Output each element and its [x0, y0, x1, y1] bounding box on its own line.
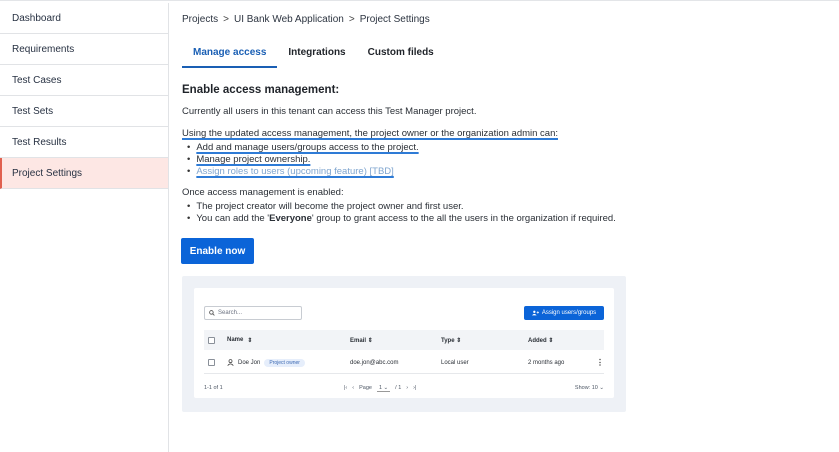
cell-name: Doe Jon Project owner [227, 358, 350, 367]
user-icon [227, 359, 234, 366]
column-header-email[interactable]: Email ⇕ [350, 337, 441, 344]
more-options-icon[interactable]: ⋮ [596, 358, 604, 367]
sidebar-item-label: Requirements [12, 43, 75, 55]
list-item: The project creator will become the proj… [187, 200, 616, 212]
cell-added: 2 months ago [528, 359, 565, 366]
updated-access-heading: Using the updated access management, the… [182, 128, 559, 139]
search-placeholder: Search... [218, 310, 243, 316]
page-total: / 1 [395, 385, 402, 391]
once-enabled-list: The project creator will become the proj… [187, 200, 616, 224]
tab-custom-fields[interactable]: Custom fileds [357, 47, 445, 68]
column-label: Type [441, 337, 455, 344]
sidebar-item-label: Dashboard [12, 12, 61, 24]
table-row: Doe Jon Project owner doe.jon@abc.com Lo… [204, 352, 604, 374]
first-page-icon[interactable]: |‹ [344, 385, 347, 391]
chevron-right-icon: > [223, 14, 229, 25]
tab-integrations[interactable]: Integrations [277, 47, 356, 68]
sidebar-item-test-sets[interactable]: Test Sets [0, 96, 168, 127]
page-select[interactable]: 1 ⌄ [376, 384, 391, 392]
pagination: |‹ ‹ Page 1 ⌄ / 1 › ›| [344, 385, 552, 392]
page-size-label: Show: 10 [574, 385, 598, 391]
search-icon [209, 310, 215, 316]
intro-text: Currently all users in this tenant can a… [182, 106, 477, 117]
sidebar: Dashboard Requirements Test Cases Test S… [0, 3, 169, 452]
once-item-text: The project creator will become the proj… [196, 200, 464, 212]
preview-panel: Search... Assign users/groups Name ⇕ Emai… [182, 276, 626, 412]
sidebar-item-requirements[interactable]: Requirements [0, 34, 168, 65]
sidebar-item-label: Test Results [12, 136, 67, 148]
column-header-added[interactable]: Added ⇕ [528, 337, 596, 344]
capability-text: Manage project ownership. [196, 153, 311, 165]
column-label: Email [350, 337, 367, 344]
settings-tabs: Manage access Integrations Custom fileds [182, 47, 445, 68]
next-page-icon[interactable]: › [406, 385, 408, 391]
page-value: 1 [378, 384, 383, 391]
main-content: Projects > UI Bank Web Application > Pro… [169, 3, 839, 452]
assign-users-button[interactable]: Assign users/groups [524, 306, 604, 320]
breadcrumb-project[interactable]: UI Bank Web Application [234, 14, 344, 25]
column-header-type[interactable]: Type ⇕ [441, 337, 528, 344]
breadcrumb-projects[interactable]: Projects [182, 14, 218, 25]
sidebar-item-dashboard[interactable]: Dashboard [0, 3, 168, 34]
search-input[interactable]: Search... [204, 306, 302, 320]
table-header: Name ⇕ Email ⇕ Type ⇕ Added ⇕ [204, 330, 604, 350]
user-name: Doe Jon [238, 359, 261, 366]
sort-icon: ⇕ [367, 337, 373, 344]
capability-text: Add and manage users/groups access to th… [196, 141, 419, 153]
sort-icon: ⇕ [247, 337, 253, 344]
sidebar-item-label: Test Sets [12, 105, 54, 117]
add-user-icon [531, 310, 539, 316]
list-item: You can add the 'Everyone' group to gran… [187, 212, 616, 224]
once-item-text-pre: You can add the ' [196, 212, 270, 224]
sidebar-item-test-cases[interactable]: Test Cases [0, 65, 168, 96]
breadcrumb-current: Project Settings [359, 14, 430, 25]
list-item: Manage project ownership. [187, 153, 419, 165]
cell-type: Local user [441, 359, 469, 366]
row-count: 1-1 of 1 [204, 385, 223, 391]
table-footer: 1-1 of 1 |‹ ‹ Page 1 ⌄ / 1 › ›| Show: 10… [204, 382, 604, 394]
column-label: Added [528, 337, 547, 344]
list-item: Assign roles to users (upcoming feature)… [187, 165, 419, 177]
sidebar-item-label: Test Cases [12, 74, 62, 86]
cell-email: doe.jon@abc.com [350, 359, 399, 366]
chevron-right-icon: > [348, 14, 355, 25]
capability-text: Assign roles to users (upcoming feature)… [196, 165, 394, 177]
column-header-name[interactable]: Name ⇕ [227, 337, 350, 344]
row-checkbox[interactable] [208, 359, 215, 366]
sidebar-item-project-settings[interactable]: Project Settings [0, 158, 168, 189]
assign-users-label: Assign users/groups [541, 310, 597, 316]
once-enabled-heading: Once access management is enabled: [182, 187, 344, 198]
everyone-group-name: Everyone [269, 212, 312, 224]
list-item: Add and manage users/groups access to th… [187, 141, 419, 153]
prev-page-icon[interactable]: ‹ [352, 385, 354, 391]
column-label: Name [227, 337, 244, 343]
preview-card: Search... Assign users/groups Name ⇕ Emai… [194, 288, 614, 398]
breadcrumb: Projects > UI Bank Web Application > Pro… [182, 14, 430, 25]
sort-icon: ⇕ [456, 337, 462, 344]
sidebar-item-label: Project Settings [12, 167, 83, 179]
last-page-icon[interactable]: ›| [413, 385, 416, 391]
capabilities-list: Add and manage users/groups access to th… [187, 141, 419, 177]
sidebar-item-test-results[interactable]: Test Results [0, 127, 168, 158]
tab-manage-access[interactable]: Manage access [182, 47, 278, 68]
sort-icon: ⇕ [548, 337, 554, 344]
page-size-select[interactable]: Show: 10 ⌄ [552, 385, 604, 391]
section-title: Enable access management: [182, 84, 340, 96]
page-label: Page [359, 385, 372, 391]
status-badge: Project owner [264, 358, 305, 367]
select-all-checkbox[interactable] [208, 336, 215, 344]
once-item-text-post: ' group to grant access to the all the u… [311, 212, 616, 224]
enable-now-button[interactable]: Enable now [181, 238, 254, 264]
